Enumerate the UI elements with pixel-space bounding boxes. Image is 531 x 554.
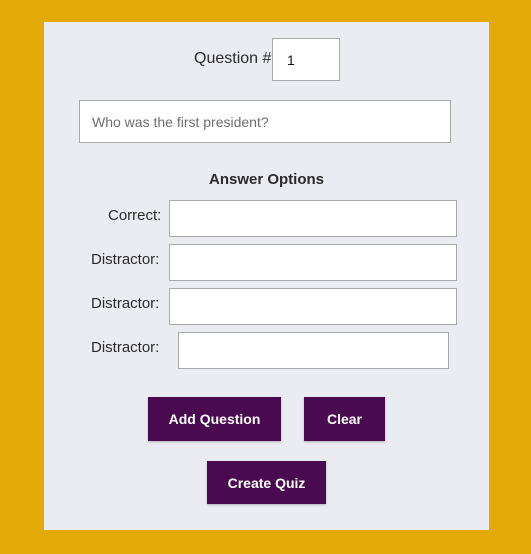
quiz-form-panel: Question #: Answer Options Correct: Dist… <box>44 22 489 530</box>
distractor-2-input[interactable] <box>169 288 457 325</box>
answer-options-heading: Answer Options <box>208 171 324 188</box>
correct-answer-label: Correct: <box>108 207 162 224</box>
correct-answer-input[interactable] <box>169 200 457 237</box>
create-quiz-button[interactable]: Create Quiz <box>207 461 326 504</box>
distractor-1-label: Distractor: <box>91 251 160 268</box>
question-number-input[interactable] <box>272 38 340 81</box>
distractor-3-input[interactable] <box>178 332 449 369</box>
distractor-1-input[interactable] <box>169 244 457 281</box>
distractor-2-label: Distractor: <box>91 295 160 312</box>
add-question-button[interactable]: Add Question <box>148 397 281 441</box>
question-text-input[interactable] <box>79 100 451 143</box>
clear-button[interactable]: Clear <box>304 397 385 441</box>
distractor-3-label: Distractor: <box>91 339 160 356</box>
question-number-label: Question #: <box>194 50 276 67</box>
